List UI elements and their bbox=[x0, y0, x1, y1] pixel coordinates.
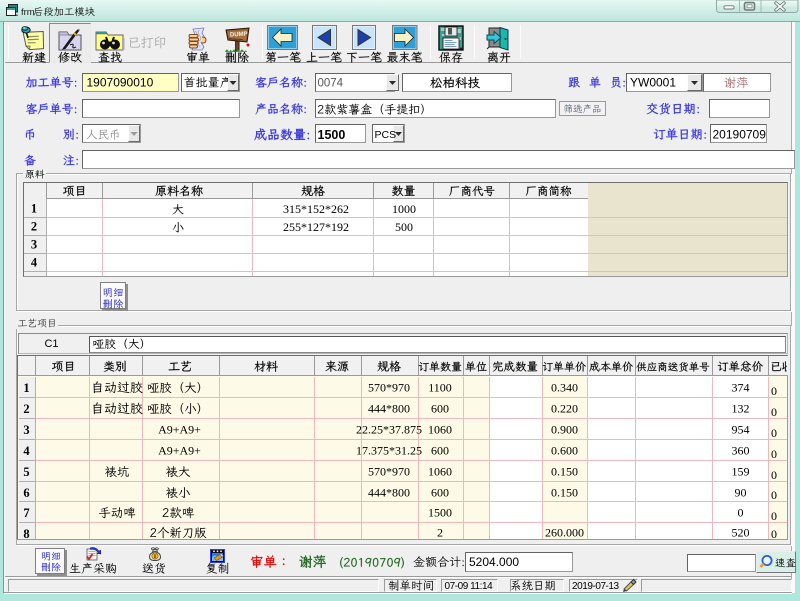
svg-text:2: 2 bbox=[437, 526, 443, 540]
svg-text:2019-07-13: 2019-07-13 bbox=[572, 581, 620, 592]
svg-text:0.150: 0.150 bbox=[551, 486, 578, 500]
svg-text:0: 0 bbox=[738, 506, 744, 520]
svg-text:8: 8 bbox=[23, 527, 29, 541]
svg-text:570*970: 570*970 bbox=[368, 465, 410, 479]
svg-text:1907090010: 1907090010 bbox=[87, 76, 154, 90]
svg-text:5204.000: 5204.000 bbox=[469, 555, 519, 569]
svg-text:20190709: 20190709 bbox=[713, 128, 767, 142]
svg-text:0.150: 0.150 bbox=[551, 465, 578, 479]
svg-text:954: 954 bbox=[732, 423, 750, 437]
svg-text:4: 4 bbox=[23, 444, 30, 458]
svg-text:0: 0 bbox=[771, 527, 777, 541]
svg-text:159: 159 bbox=[732, 465, 750, 479]
svg-text:0: 0 bbox=[771, 405, 777, 419]
svg-text:1: 1 bbox=[23, 381, 29, 395]
svg-text:1500: 1500 bbox=[318, 128, 346, 142]
svg-text:90: 90 bbox=[735, 486, 747, 500]
svg-text:2: 2 bbox=[23, 402, 29, 416]
svg-text:22.25*37.875: 22.25*37.875 bbox=[356, 423, 422, 437]
svg-text:6: 6 bbox=[23, 486, 29, 500]
svg-text:17.375*31.25: 17.375*31.25 bbox=[356, 444, 422, 458]
svg-text:0074: 0074 bbox=[318, 78, 344, 90]
svg-text:07-09 11:14: 07-09 11:14 bbox=[445, 581, 494, 592]
svg-text:444*800: 444*800 bbox=[368, 402, 410, 416]
svg-text:315*152*262: 315*152*262 bbox=[283, 202, 349, 216]
svg-text:0.340: 0.340 bbox=[551, 381, 578, 395]
svg-text:1500: 1500 bbox=[428, 506, 452, 520]
svg-text:1060: 1060 bbox=[428, 423, 452, 437]
svg-text:YW0001: YW0001 bbox=[630, 76, 676, 90]
svg-text:0: 0 bbox=[771, 509, 777, 523]
svg-text:3: 3 bbox=[23, 423, 29, 437]
svg-text:0: 0 bbox=[771, 447, 777, 461]
svg-text:0.600: 0.600 bbox=[551, 444, 578, 458]
svg-text:444*800: 444*800 bbox=[368, 486, 410, 500]
svg-text:360: 360 bbox=[732, 444, 750, 458]
svg-text:0.900: 0.900 bbox=[551, 423, 578, 437]
svg-text:500: 500 bbox=[395, 220, 413, 234]
svg-text:374: 374 bbox=[732, 381, 750, 395]
svg-text:4: 4 bbox=[31, 256, 38, 270]
svg-text:1: 1 bbox=[31, 202, 37, 216]
svg-text:7: 7 bbox=[23, 506, 29, 520]
svg-text:1060: 1060 bbox=[428, 465, 452, 479]
svg-text:255*127*192: 255*127*192 bbox=[283, 220, 349, 234]
svg-text:0: 0 bbox=[771, 468, 777, 482]
svg-text:frm: frm bbox=[21, 7, 35, 18]
svg-text:132: 132 bbox=[732, 402, 750, 416]
svg-text:600: 600 bbox=[431, 486, 449, 500]
svg-text:A9+A9+: A9+A9+ bbox=[158, 423, 201, 437]
svg-text:0: 0 bbox=[771, 384, 777, 398]
svg-text:2: 2 bbox=[31, 220, 37, 234]
svg-text:0: 0 bbox=[771, 426, 777, 440]
svg-text:0.220: 0.220 bbox=[551, 402, 578, 416]
svg-text:3: 3 bbox=[31, 238, 37, 252]
svg-text:A9+A9+: A9+A9+ bbox=[158, 444, 201, 458]
svg-text:600: 600 bbox=[431, 402, 449, 416]
svg-text:PCS: PCS bbox=[375, 129, 397, 141]
svg-text:570*970: 570*970 bbox=[368, 381, 410, 395]
svg-text:5: 5 bbox=[23, 465, 29, 479]
svg-text:C1: C1 bbox=[44, 338, 58, 350]
svg-text:1000: 1000 bbox=[392, 202, 416, 216]
svg-text:260.000: 260.000 bbox=[545, 526, 584, 540]
svg-text:1100: 1100 bbox=[428, 381, 452, 395]
svg-text:0: 0 bbox=[771, 488, 777, 502]
svg-text:600: 600 bbox=[431, 444, 449, 458]
svg-text:520: 520 bbox=[732, 526, 750, 540]
